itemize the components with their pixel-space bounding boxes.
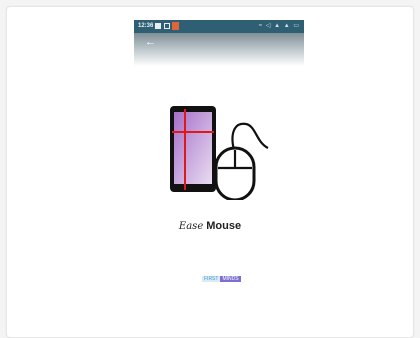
app-name: Ease Mouse [0,220,420,232]
status-right-icons: ≈ ◁ ▲ ▲ ▭ [258,23,300,29]
status-time: 12:36 [138,23,154,29]
app-name-ease: Ease [178,221,204,232]
status-bar: 12:36 ≈ ◁ ▲ ▲ ▭ [134,20,304,33]
developer-brand-logo: FIRST MINDS [202,276,241,283]
ease-mouse-logo-icon [170,106,269,200]
brand-part2: MINDS [220,276,241,282]
app-notification-icon [172,22,179,30]
phone-preview: 12:36 ≈ ◁ ▲ ▲ ▭ ← [134,20,304,66]
image-notification-icon [155,23,161,29]
app-name-mouse: Mouse [206,220,242,232]
app-bar: ← [134,33,304,66]
brand-part1: FIRST [202,276,221,282]
mouse-cord-icon [231,122,269,151]
phone-screen-icon [174,112,212,184]
back-arrow-icon[interactable]: ← [145,36,156,48]
message-notification-icon [164,23,170,29]
